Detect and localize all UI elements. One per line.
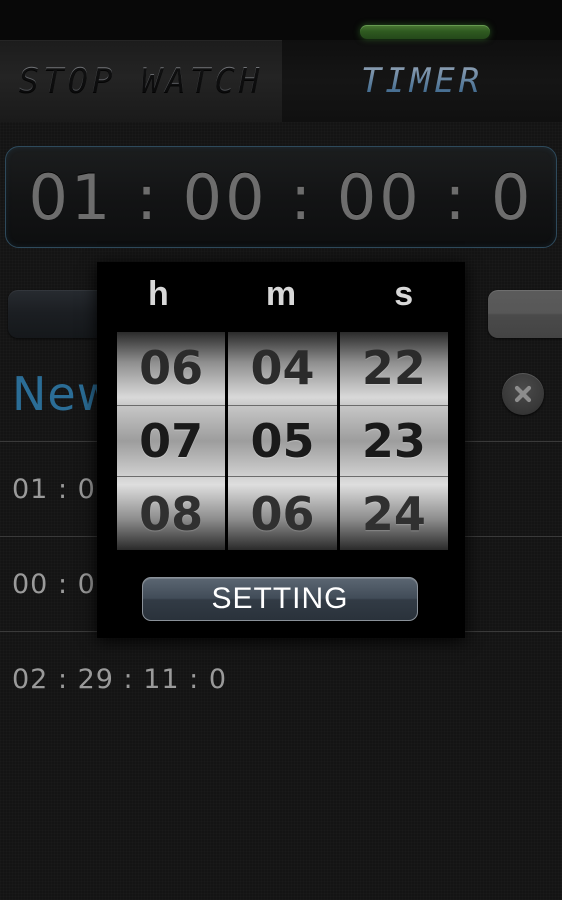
timer-app-screen: STOP WATCH TIMER 01 : 00 : 00 : 0 New 01… — [0, 0, 562, 900]
tab-timer-label: TIMER — [360, 61, 484, 101]
picker-header-seconds: s — [394, 275, 414, 313]
list-item[interactable]: 02 : 29 : 11 : 0 — [0, 632, 562, 727]
picker-value-above[interactable]: 04 — [228, 332, 336, 405]
picker-value-below[interactable]: 24 — [340, 477, 448, 550]
list-item-time: 02 : 29 : 11 : 0 — [12, 664, 228, 695]
picker-value-below[interactable]: 06 — [228, 477, 336, 550]
tab-bar: STOP WATCH TIMER — [0, 0, 562, 122]
picker-value-above[interactable]: 06 — [117, 332, 225, 405]
picker-header-hours: h — [147, 275, 169, 313]
setting-button[interactable]: SETTING — [142, 577, 418, 621]
picker-value-below[interactable]: 08 — [117, 477, 225, 550]
picker-column-headers: h m s — [97, 268, 465, 320]
picker-wheel-hours[interactable]: 06 07 08 — [117, 332, 226, 550]
tab-stopwatch[interactable]: STOP WATCH — [0, 40, 282, 122]
tab-timer[interactable]: TIMER — [282, 40, 562, 122]
close-circle-icon[interactable] — [502, 373, 544, 415]
setting-button-label: SETTING — [211, 582, 349, 615]
active-tab-indicator — [360, 25, 490, 39]
tab-stopwatch-label: STOP WATCH — [18, 61, 264, 101]
picker-wheel-minutes[interactable]: 04 05 06 — [228, 332, 337, 550]
picker-value-selected[interactable]: 05 — [228, 404, 337, 478]
control-button-right[interactable] — [488, 290, 562, 338]
picker-value-above[interactable]: 22 — [340, 332, 448, 405]
picker-header-minutes: m — [265, 275, 297, 313]
timer-display[interactable]: 01 : 00 : 00 : 0 — [5, 146, 557, 248]
picker-value-selected[interactable]: 07 — [117, 404, 226, 478]
timer-display-value: 01 : 00 : 00 : 0 — [28, 160, 534, 234]
picker-value-selected[interactable]: 23 — [339, 404, 448, 478]
picker-wheels: 06 07 08 04 05 06 22 23 24 — [117, 332, 448, 550]
picker-wheel-seconds[interactable]: 22 23 24 — [339, 332, 448, 550]
